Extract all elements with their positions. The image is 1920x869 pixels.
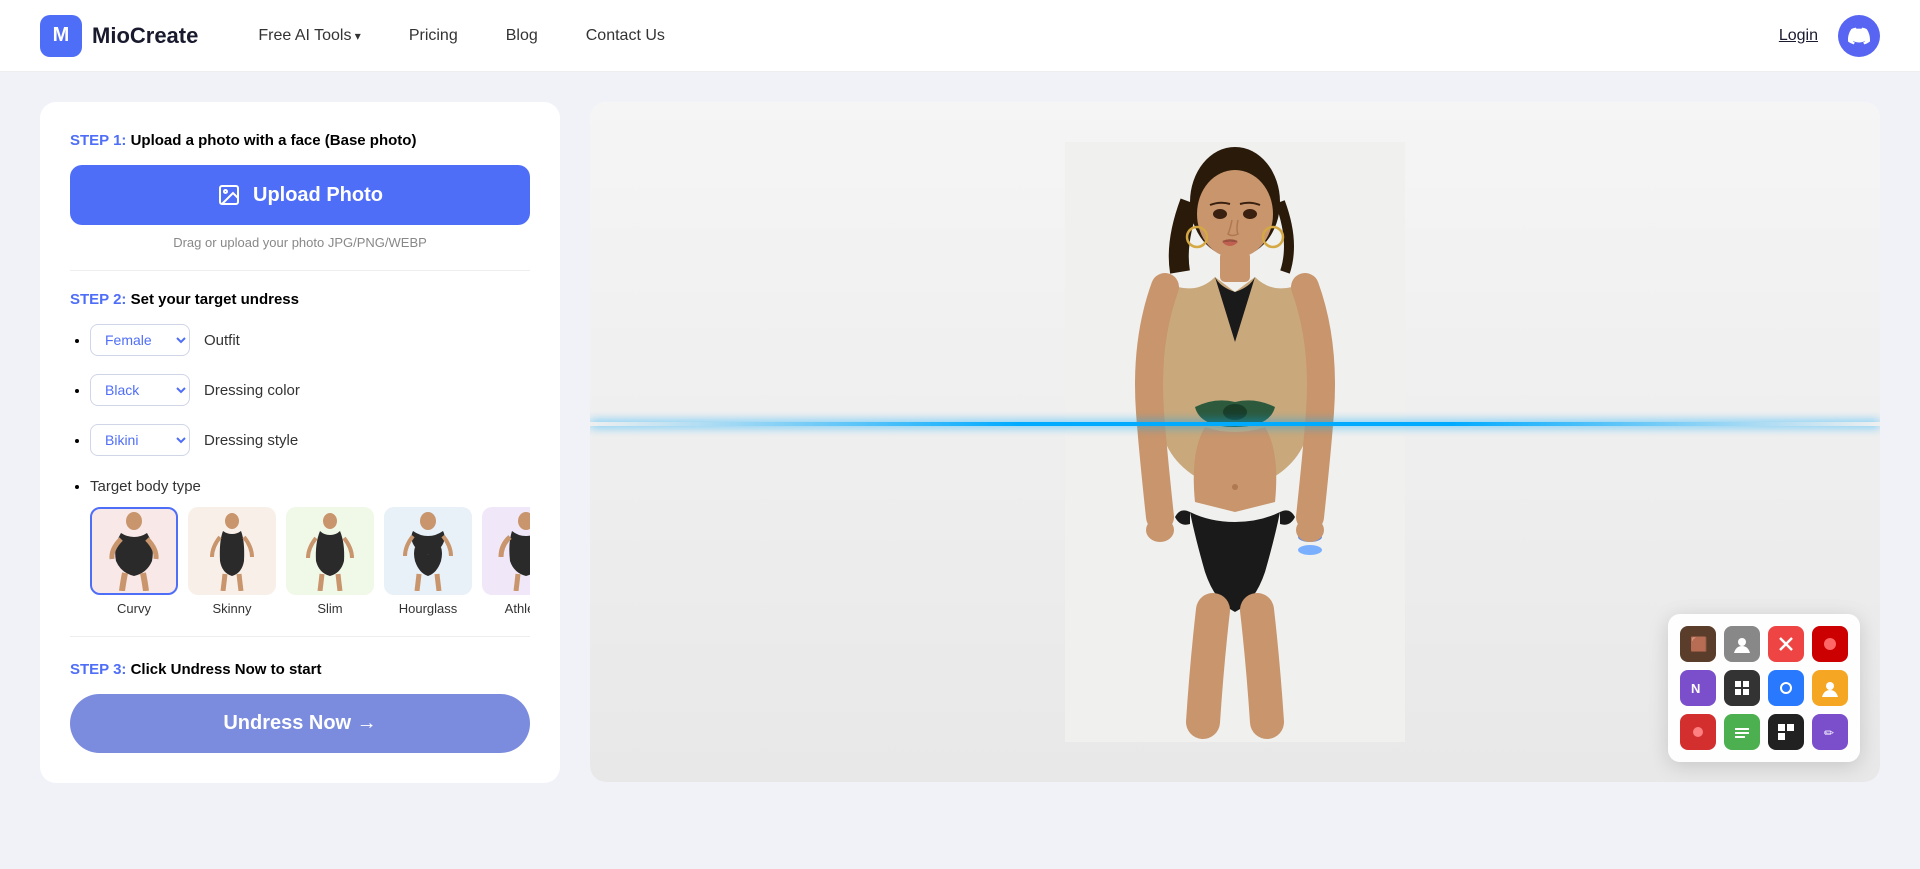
nav: Free AI Tools Pricing Blog Contact Us: [258, 27, 1778, 45]
color-select[interactable]: Black White Red Blue: [90, 374, 190, 406]
app-icon-1[interactable]: 🟫: [1680, 626, 1716, 662]
discord-button[interactable]: [1838, 15, 1880, 57]
logo-name: MioCreate: [92, 23, 198, 49]
divider-2: [70, 636, 530, 637]
app-icon-2[interactable]: [1724, 626, 1760, 662]
left-panel: STEP 1: Upload a photo with a face (Base…: [40, 102, 560, 783]
logo-area: M MioCreate: [40, 15, 198, 57]
app-icon-8[interactable]: [1812, 670, 1848, 706]
nav-pricing[interactable]: Pricing: [409, 27, 458, 45]
body-type-hourglass[interactable]: Hourglass: [384, 507, 472, 616]
step2-options: Female Male Outfit Black White Red Blue …: [70, 324, 530, 616]
upload-photo-button[interactable]: Upload Photo: [70, 165, 530, 225]
body-type-slim[interactable]: Slim: [286, 507, 374, 616]
svg-text:🟫: 🟫: [1690, 636, 1707, 653]
app-icon-7[interactable]: [1768, 670, 1804, 706]
app-icon-6[interactable]: [1724, 670, 1760, 706]
nav-blog[interactable]: Blog: [506, 27, 538, 45]
header-right: Login: [1779, 15, 1880, 57]
undress-now-label: Undress Now →: [223, 712, 376, 735]
step1-label: STEP 1: Upload a photo with a face (Base…: [70, 132, 530, 149]
body-type-option: Target body type: [90, 474, 530, 616]
image-preview: 🟫 N: [590, 102, 1880, 782]
step3-label: STEP 3: Click Undress Now to start: [70, 661, 530, 678]
app-icon-4[interactable]: [1812, 626, 1848, 662]
color-label: Dressing color: [204, 382, 300, 399]
header: M MioCreate Free AI Tools Pricing Blog C…: [0, 0, 1920, 72]
undress-now-button[interactable]: Undress Now →: [70, 694, 530, 753]
body-type-title: Target body type: [90, 478, 530, 495]
color-option: Black White Red Blue Dressing color: [90, 374, 530, 406]
body-type-slim-label: Slim: [317, 601, 342, 616]
app-icon-5[interactable]: N: [1680, 670, 1716, 706]
style-select[interactable]: Bikini Lingerie Nude: [90, 424, 190, 456]
scan-line: [590, 422, 1880, 426]
body-type-skinny[interactable]: Skinny: [188, 507, 276, 616]
app-icon-11[interactable]: [1768, 714, 1804, 750]
upload-hint: Drag or upload your photo JPG/PNG/WEBP: [70, 235, 530, 250]
body-type-grid: Curvy: [90, 507, 530, 616]
app-icon-12[interactable]: ✏: [1812, 714, 1848, 750]
body-type-curvy-label: Curvy: [117, 601, 151, 616]
outfit-option: Female Male Outfit: [90, 324, 530, 356]
step2-label: STEP 2: Set your target undress: [70, 291, 530, 308]
outfit-label: Outfit: [204, 332, 240, 349]
upload-photo-label: Upload Photo: [253, 184, 383, 207]
style-label: Dressing style: [204, 432, 298, 449]
login-link[interactable]: Login: [1779, 27, 1818, 45]
divider-1: [70, 270, 530, 271]
app-icon-9[interactable]: [1680, 714, 1716, 750]
app-icon-10[interactable]: [1724, 714, 1760, 750]
nav-contact[interactable]: Contact Us: [586, 27, 665, 45]
body-type-skinny-label: Skinny: [212, 601, 251, 616]
outfit-select[interactable]: Female Male: [90, 324, 190, 356]
logo-icon: M: [40, 15, 82, 57]
svg-text:N: N: [1691, 681, 1700, 696]
app-icon-3[interactable]: [1768, 626, 1804, 662]
nav-free-ai-tools[interactable]: Free AI Tools: [258, 27, 360, 45]
body-type-curvy[interactable]: Curvy: [90, 507, 178, 616]
style-option: Bikini Lingerie Nude Dressing style: [90, 424, 530, 456]
main-content: STEP 1: Upload a photo with a face (Base…: [0, 72, 1920, 813]
app-icons-panel: 🟫 N: [1668, 614, 1860, 762]
body-type-athletic[interactable]: Athletic: [482, 507, 530, 616]
body-type-hourglass-label: Hourglass: [399, 601, 458, 616]
right-panel: 🟫 N: [590, 102, 1880, 783]
svg-text:✏: ✏: [1824, 726, 1834, 740]
body-type-athletic-label: Athletic: [505, 601, 530, 616]
